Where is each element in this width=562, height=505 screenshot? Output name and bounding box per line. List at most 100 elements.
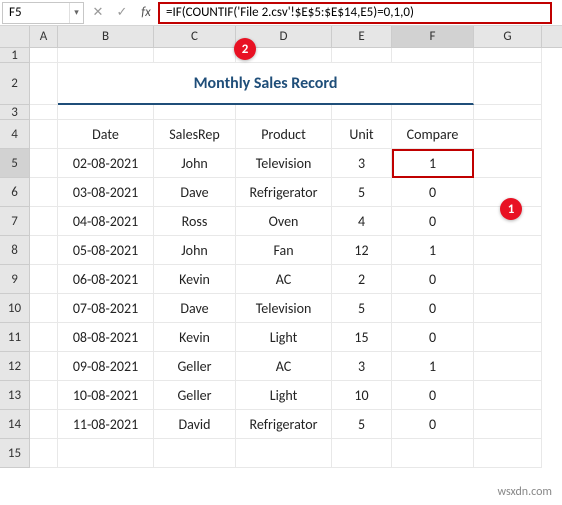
cell-date[interactable]: 05-08-2021 — [58, 236, 154, 265]
title-cell[interactable]: Monthly Sales Record — [58, 63, 474, 105]
cell-unit[interactable]: 4 — [332, 207, 392, 236]
cell-compare[interactable]: 1 — [392, 236, 474, 265]
cell[interactable] — [30, 439, 58, 468]
cell[interactable] — [474, 63, 542, 105]
cell-rep[interactable]: Kevin — [154, 265, 236, 294]
col-header-e[interactable]: E — [332, 26, 392, 47]
cell-compare[interactable]: 0 — [392, 207, 474, 236]
cell-date[interactable]: 04-08-2021 — [58, 207, 154, 236]
row-header[interactable]: 5 — [0, 149, 30, 178]
cell[interactable] — [58, 105, 154, 120]
col-header-f[interactable]: F — [392, 26, 474, 47]
cell-unit[interactable]: 5 — [332, 178, 392, 207]
cell[interactable] — [30, 48, 58, 63]
cell[interactable] — [30, 149, 58, 178]
cell[interactable] — [474, 410, 542, 439]
cell[interactable] — [30, 410, 58, 439]
chevron-down-icon[interactable]: ▾ — [69, 3, 83, 23]
check-icon[interactable]: ✓ — [110, 2, 134, 24]
cell[interactable] — [392, 48, 474, 63]
cell-rep[interactable]: John — [154, 236, 236, 265]
cell-unit[interactable]: 3 — [332, 352, 392, 381]
cell[interactable] — [30, 352, 58, 381]
cell[interactable] — [30, 294, 58, 323]
cell-date[interactable]: 10-08-2021 — [58, 381, 154, 410]
cell[interactable] — [30, 207, 58, 236]
cell-unit[interactable]: 5 — [332, 410, 392, 439]
row-header[interactable]: 13 — [0, 381, 30, 410]
cell[interactable] — [474, 105, 542, 120]
cell-unit[interactable]: 10 — [332, 381, 392, 410]
name-box[interactable]: F5 ▾ — [2, 2, 84, 24]
cell-product[interactable]: Light — [236, 323, 332, 352]
row-header[interactable]: 2 — [0, 63, 30, 105]
cell-product[interactable]: AC — [236, 265, 332, 294]
cell-unit[interactable]: 5 — [332, 294, 392, 323]
cell[interactable] — [474, 381, 542, 410]
cell-compare[interactable]: 0 — [392, 410, 474, 439]
header-product[interactable]: Product — [236, 120, 332, 149]
cell[interactable] — [58, 48, 154, 63]
row-header[interactable]: 10 — [0, 294, 30, 323]
cell-date[interactable]: 03-08-2021 — [58, 178, 154, 207]
col-header-b[interactable]: B — [58, 26, 154, 47]
cell-product[interactable]: Oven — [236, 207, 332, 236]
cell[interactable] — [474, 294, 542, 323]
cell[interactable] — [332, 439, 392, 468]
cell[interactable] — [154, 48, 236, 63]
formula-input[interactable]: =IF(COUNTIF('File 2.csv'!$E$5:$E$14,E5)=… — [158, 2, 552, 24]
cell-rep[interactable]: Dave — [154, 294, 236, 323]
row-header[interactable]: 4 — [0, 120, 30, 149]
cell[interactable] — [332, 48, 392, 63]
row-header[interactable]: 1 — [0, 48, 30, 63]
cell-date[interactable]: 08-08-2021 — [58, 323, 154, 352]
header-rep[interactable]: SalesRep — [154, 120, 236, 149]
cell-date[interactable]: 07-08-2021 — [58, 294, 154, 323]
cell[interactable] — [474, 149, 542, 178]
row-header[interactable]: 15 — [0, 439, 30, 468]
header-date[interactable]: Date — [58, 120, 154, 149]
cell-compare[interactable]: 0 — [392, 265, 474, 294]
cell-product[interactable]: AC — [236, 352, 332, 381]
cell[interactable] — [30, 381, 58, 410]
row-header[interactable]: 8 — [0, 236, 30, 265]
cell-product[interactable]: Television — [236, 294, 332, 323]
cell-unit[interactable]: 2 — [332, 265, 392, 294]
fx-icon[interactable]: fx — [134, 2, 158, 24]
cell-rep[interactable]: Ross — [154, 207, 236, 236]
header-unit[interactable]: Unit — [332, 120, 392, 149]
cell-compare[interactable]: 1 — [392, 352, 474, 381]
cell[interactable] — [236, 105, 332, 120]
cell[interactable] — [30, 265, 58, 294]
row-header[interactable]: 7 — [0, 207, 30, 236]
select-all-corner[interactable] — [0, 26, 30, 47]
cell[interactable] — [58, 439, 154, 468]
header-compare[interactable]: Compare — [392, 120, 474, 149]
cell-unit[interactable]: 3 — [332, 149, 392, 178]
row-header[interactable]: 3 — [0, 105, 30, 120]
cell-compare[interactable]: 0 — [392, 381, 474, 410]
cell-rep[interactable]: Geller — [154, 352, 236, 381]
row-header[interactable]: 9 — [0, 265, 30, 294]
cell-product[interactable]: Fan — [236, 236, 332, 265]
cell-rep[interactable]: Geller — [154, 381, 236, 410]
cell[interactable] — [30, 178, 58, 207]
cell[interactable] — [392, 439, 474, 468]
col-header-g[interactable]: G — [474, 26, 542, 47]
cell-rep[interactable]: John — [154, 149, 236, 178]
cell-rep[interactable]: Dave — [154, 178, 236, 207]
cell-compare[interactable]: 0 — [392, 178, 474, 207]
row-header[interactable]: 11 — [0, 323, 30, 352]
cell[interactable] — [474, 120, 542, 149]
cell-date[interactable]: 06-08-2021 — [58, 265, 154, 294]
cell[interactable] — [30, 120, 58, 149]
cell[interactable] — [474, 439, 542, 468]
col-header-c[interactable]: C — [154, 26, 236, 47]
cell-compare[interactable]: 1 — [392, 149, 474, 178]
cell-rep[interactable]: Kevin — [154, 323, 236, 352]
cell[interactable] — [474, 265, 542, 294]
cell[interactable] — [30, 63, 58, 105]
row-header[interactable]: 6 — [0, 178, 30, 207]
cell-product[interactable]: Light — [236, 381, 332, 410]
cell-date[interactable]: 09-08-2021 — [58, 352, 154, 381]
